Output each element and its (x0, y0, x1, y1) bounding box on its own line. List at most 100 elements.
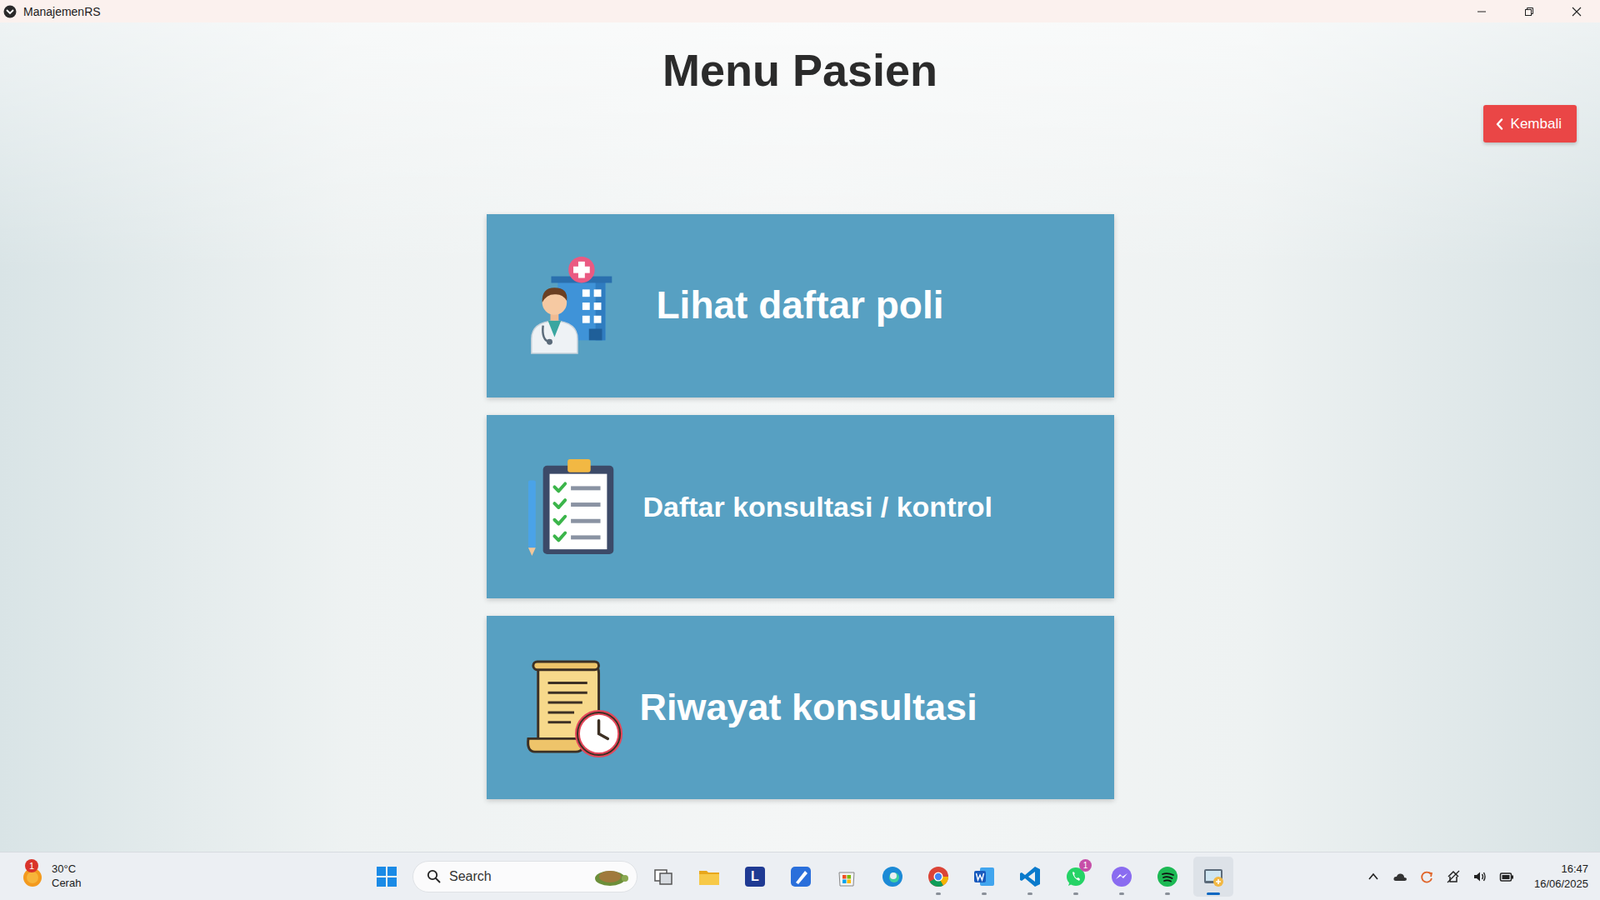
main-area: Menu PasienKembali Lihat daftar poli Dafta… (0, 22, 1600, 852)
back-button[interactable]: Kembali (1483, 105, 1577, 143)
battery-tray-button[interactable] (1499, 869, 1515, 885)
manajemen-icon (1201, 865, 1225, 889)
window-controls (1457, 0, 1600, 23)
sync-tray-button[interactable] (1419, 869, 1435, 885)
history-drawing-icon (525, 656, 627, 759)
explorer-app-button[interactable] (689, 856, 730, 897)
search-highlight-icon (590, 865, 630, 889)
app-badge: 1 (1079, 859, 1092, 872)
running-indicator (935, 892, 941, 895)
minimize-icon (1476, 6, 1487, 17)
word-icon (972, 865, 996, 889)
spotify-logo-icon (1155, 865, 1180, 889)
windows-logo-icon (375, 865, 399, 889)
clock-time: 16:47 (1560, 861, 1589, 877)
messenger-icon (1110, 865, 1134, 889)
running-indicator (660, 892, 666, 895)
spotify-app-button[interactable] (1147, 856, 1188, 897)
chrome-icon (926, 865, 950, 889)
back-label: Kembali (1510, 115, 1562, 133)
restore-button[interactable] (1505, 0, 1553, 23)
taskview-logo-icon (651, 865, 675, 889)
edge-icon (880, 865, 905, 889)
menu-card[interactable]: Riwayat konsultasi (486, 615, 1115, 800)
volume-tray-button[interactable] (1472, 869, 1488, 885)
store-icon (835, 865, 859, 889)
menu-label: Daftar konsultasi / kontrol (643, 490, 993, 525)
taskview-app-button[interactable] (643, 856, 684, 897)
running-indicator (1206, 892, 1220, 895)
close-icon (1571, 6, 1582, 17)
volume-icon (1472, 869, 1488, 885)
cloud-icon (1392, 869, 1408, 885)
running-indicator (1073, 892, 1079, 895)
weather-condition: Cerah (51, 876, 81, 891)
close-button[interactable] (1552, 0, 1600, 23)
menu-list: Lihat daftar poli Daftar konsultasi / kon… (486, 214, 1115, 800)
cloud-tray-button[interactable] (1392, 869, 1408, 885)
running-indicator (1119, 892, 1125, 895)
menu-card[interactable]: Daftar konsultasi / kontrol (486, 415, 1115, 599)
vscode-logo-icon (1018, 865, 1042, 889)
pen-app-button[interactable] (780, 856, 821, 897)
clock-date: 16/06/2025 (1534, 876, 1589, 892)
whatsapp-app-button[interactable]: 1 (1055, 856, 1096, 897)
chevron-up-tray-button[interactable] (1365, 869, 1381, 885)
chevron-left-icon (1495, 118, 1505, 130)
manajemen-app-button[interactable] (1193, 856, 1234, 897)
running-indicator (1165, 892, 1170, 895)
weather-badge: 1 (25, 859, 39, 873)
system-tray: 16:4716/06/2025 (1233, 861, 1600, 891)
store-logo-icon (835, 865, 859, 889)
start-button[interactable] (366, 856, 407, 897)
edge-app-button[interactable] (872, 856, 913, 897)
vscode-icon (1018, 865, 1042, 889)
menu-label: Riwayat konsultasi (640, 685, 978, 730)
chevron-up-icon (1365, 869, 1381, 885)
header: Menu PasienKembali (0, 22, 1600, 143)
app-logo-icon (3, 5, 17, 19)
app-letter: L (743, 865, 767, 889)
search-placeholder: Search (449, 869, 582, 885)
window-title: ManajemenRS (23, 5, 1458, 19)
store-app-button[interactable] (826, 856, 867, 897)
word-logo-icon (972, 865, 996, 889)
menu-card[interactable]: Lihat daftar poli (486, 214, 1115, 398)
vscode-app-button[interactable] (1010, 856, 1050, 897)
letter-app-button[interactable]: L (735, 856, 775, 897)
restore-icon (1524, 6, 1535, 17)
sync-icon (1419, 869, 1435, 885)
history-icon (525, 656, 627, 759)
poli-drawing-icon (525, 255, 627, 357)
temperature: 30°C (51, 862, 81, 877)
running-indicator (706, 892, 712, 895)
weather-text: 30°CCerah (51, 862, 81, 891)
clock[interactable]: 16:4716/06/2025 (1534, 861, 1589, 891)
running-indicator (981, 892, 987, 895)
word-app-button[interactable] (964, 856, 1005, 897)
edge-logo-icon (880, 865, 905, 889)
messenger-logo-icon (1110, 865, 1134, 889)
weather: 1 (20, 864, 45, 890)
running-indicator (890, 892, 895, 895)
weather-widget[interactable]: 130°CCerah (0, 862, 367, 891)
chrome-app-button[interactable] (918, 856, 959, 897)
checklist-drawing-icon (525, 455, 627, 558)
network-tray-button[interactable] (1445, 869, 1461, 885)
running-indicator (844, 892, 850, 895)
chrome-logo-icon (926, 865, 950, 889)
messenger-app-button[interactable] (1101, 856, 1142, 897)
poli-icon (525, 255, 627, 357)
minimize-button[interactable] (1457, 0, 1505, 23)
search-icon (426, 869, 441, 884)
search-box[interactable]: Search (412, 860, 638, 893)
taskview-icon (651, 865, 675, 889)
network-icon (1445, 869, 1461, 885)
checklist-icon (525, 455, 627, 558)
menu-label: Lihat daftar poli (656, 282, 945, 329)
spotify-icon (1155, 865, 1180, 889)
manajemen-logo-icon (1201, 865, 1225, 889)
taskbar: 130°CCerahSearchL116:4716/06/2025 (0, 851, 1600, 900)
running-indicator (1027, 892, 1033, 895)
explorer-logo-icon (697, 865, 721, 889)
